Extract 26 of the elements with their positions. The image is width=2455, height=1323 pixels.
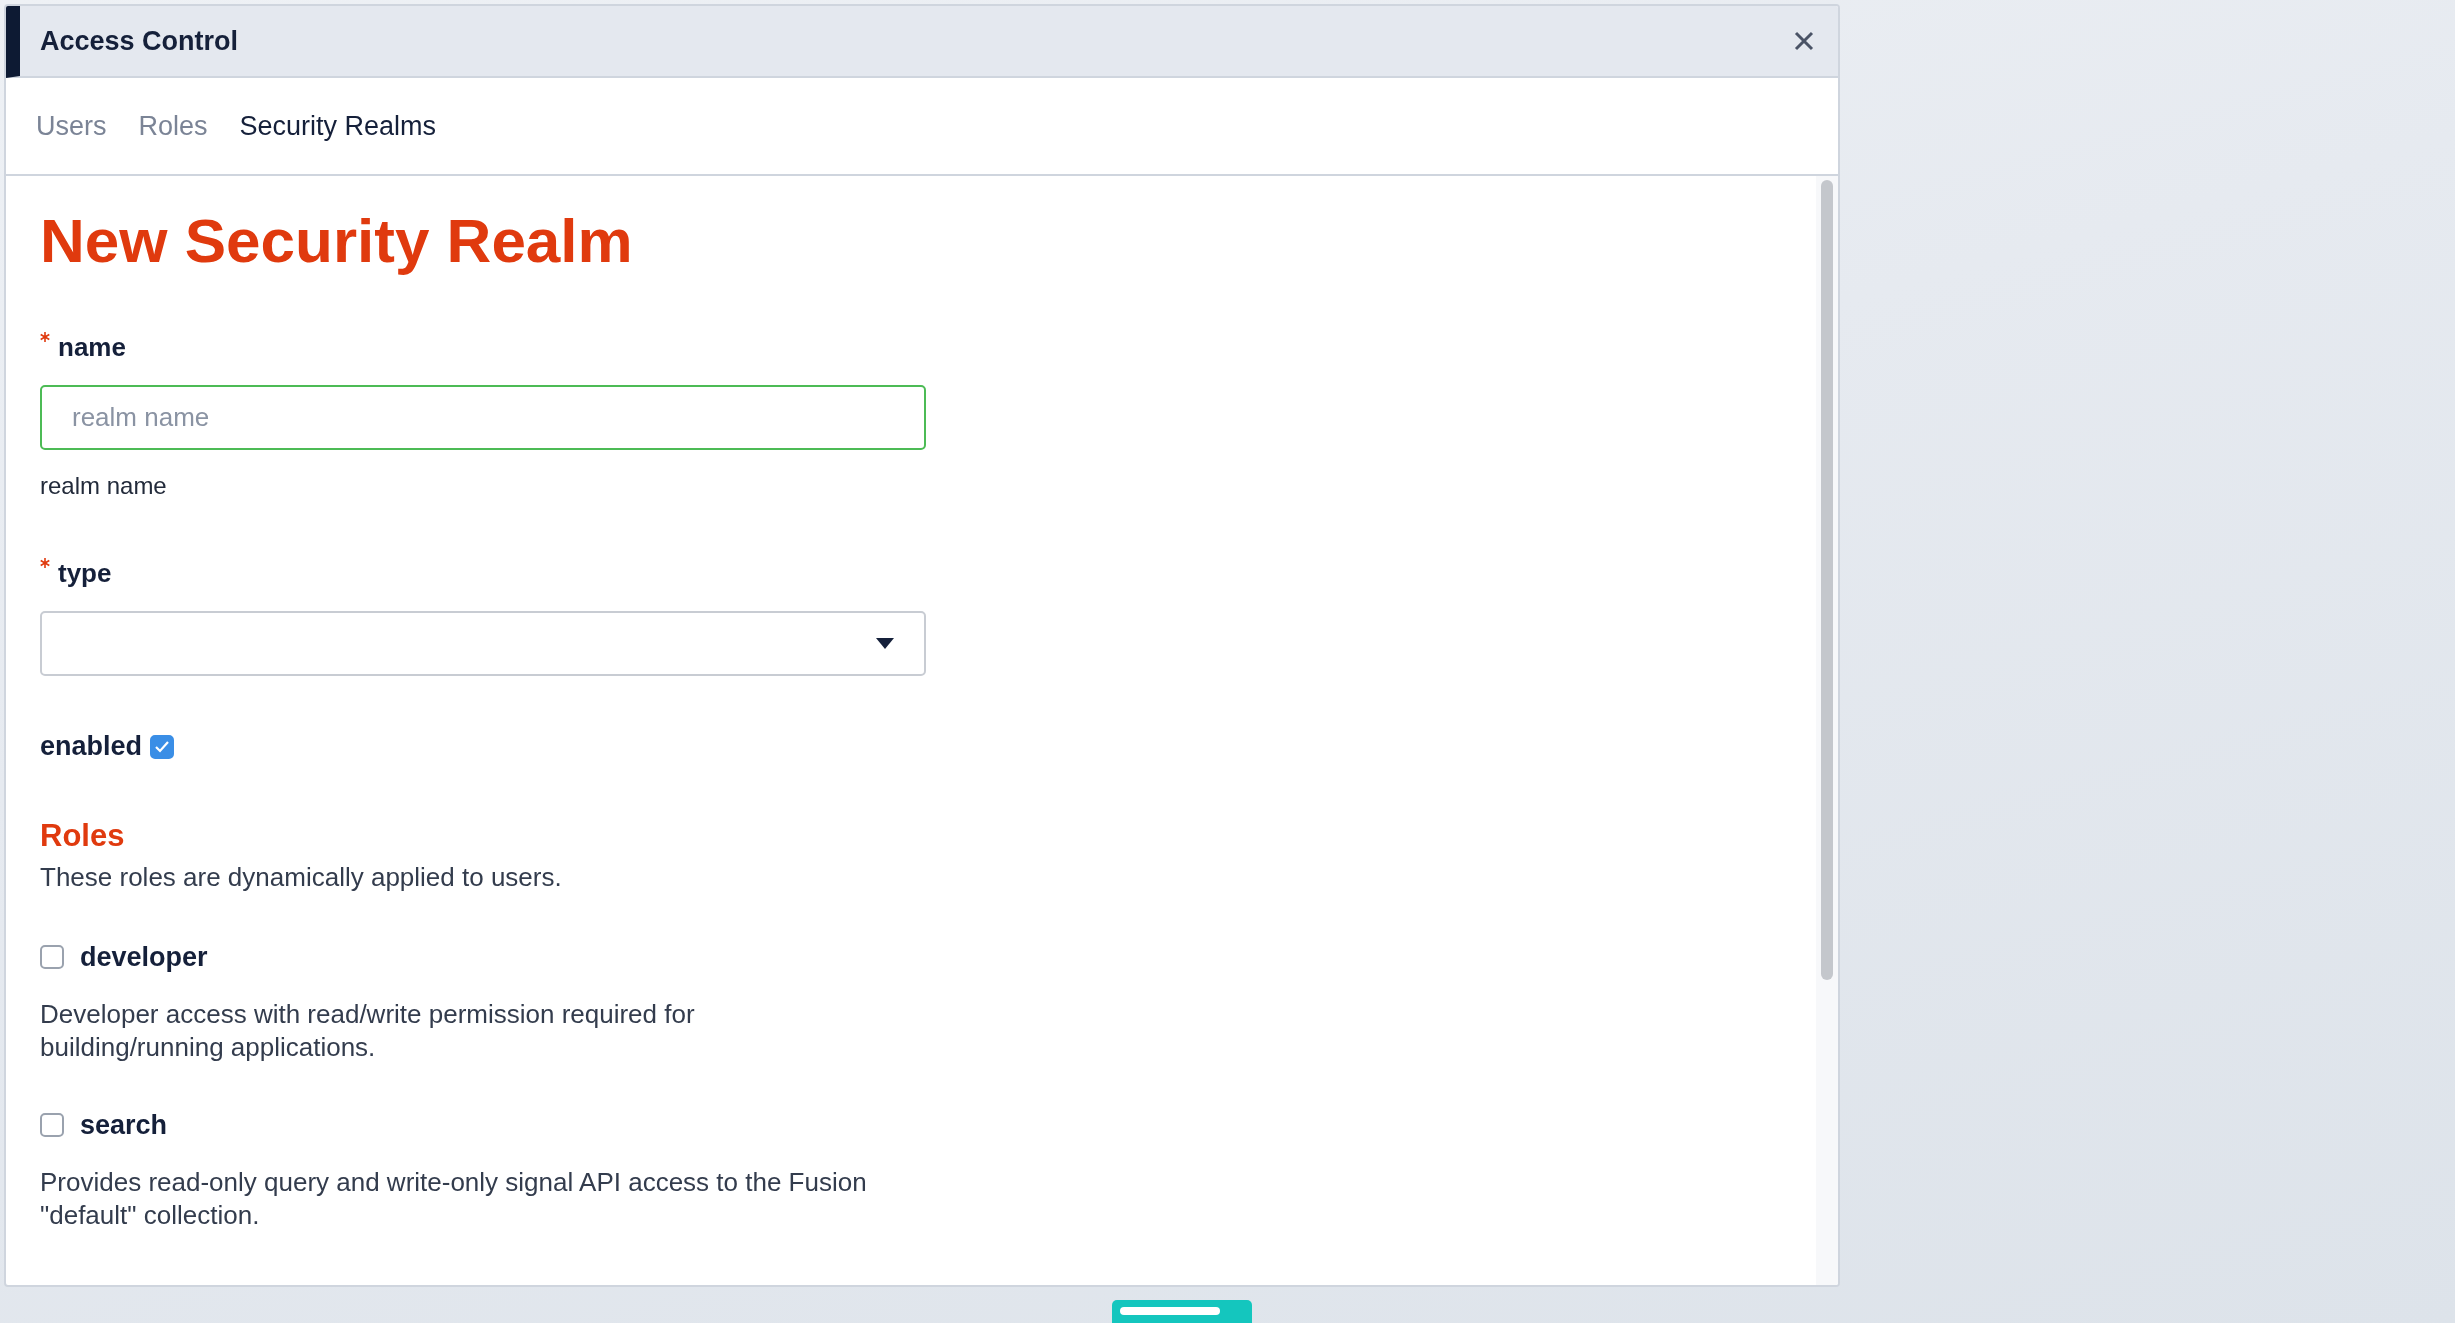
role-description: Provides read-only query and write-only signal API access to the Fusion "default" collection. xyxy=(40,1165,868,1233)
caret-icon xyxy=(876,638,894,650)
role-description: Developer access with read/write permission required for building/running applications. xyxy=(40,997,696,1065)
checkbox-label: enabled xyxy=(40,730,143,764)
check-icon xyxy=(154,739,171,754)
checkbox[interactable] xyxy=(150,734,175,759)
field-label: type xyxy=(58,557,112,591)
close-icon[interactable] xyxy=(1794,31,1814,51)
select-field[interactable] xyxy=(40,611,926,677)
scrollbar-thumb[interactable] xyxy=(1821,180,1833,980)
tab[interactable]: Security Realms xyxy=(239,105,437,147)
role-name: developer xyxy=(80,941,208,975)
field-label: name xyxy=(58,331,126,365)
checkbox[interactable] xyxy=(40,1113,64,1138)
checkbox[interactable] xyxy=(40,945,64,970)
tab[interactable]: Users xyxy=(36,105,107,147)
page-title: New Security Realm xyxy=(40,205,634,277)
help-text: realm name xyxy=(40,471,168,502)
input-field[interactable]: realm name xyxy=(40,385,926,451)
dock-tab[interactable] xyxy=(1112,1300,1252,1323)
tab[interactable]: Roles xyxy=(138,105,208,147)
window-title: Access Control xyxy=(40,24,239,58)
section-title: Roles xyxy=(40,816,126,855)
role-name: search xyxy=(80,1109,168,1143)
section-description: These roles are dynamically applied to users. xyxy=(40,861,563,895)
scrollbar[interactable] xyxy=(1816,176,1838,1285)
